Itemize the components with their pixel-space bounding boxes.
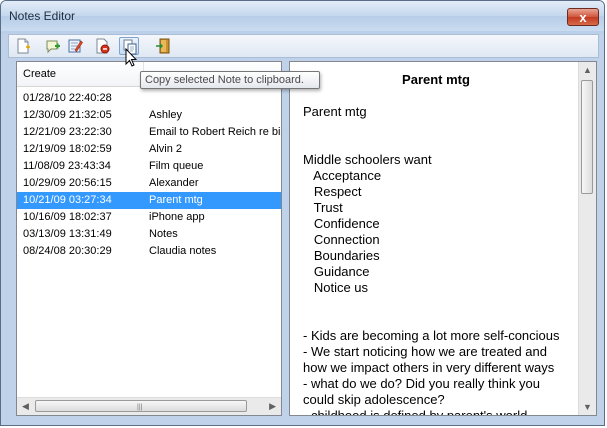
mouse-cursor-icon bbox=[125, 48, 137, 67]
row-title: Alexander bbox=[149, 177, 199, 189]
row-title: Claudia notes bbox=[149, 245, 217, 257]
note-line: Notice us bbox=[303, 280, 369, 295]
notes-editor-window: Notes Editor x Create 01/28/10 22:40:28 … bbox=[0, 0, 605, 426]
note-line: how we impact others in very different w… bbox=[303, 360, 555, 375]
title-bar[interactable]: Notes Editor x bbox=[1, 1, 604, 31]
note-body[interactable]: Parent mtg Middle schoolers want Acceptan… bbox=[303, 104, 578, 416]
note-line: could skip adolescence? bbox=[303, 392, 445, 407]
note-title: Parent mtg bbox=[402, 72, 470, 87]
delete-note-icon bbox=[96, 38, 110, 54]
note-line bbox=[303, 136, 578, 152]
horizontal-scroll-thumb[interactable]: ||| bbox=[35, 400, 247, 412]
vertical-scrollbar[interactable]: ▲ ▼ bbox=[578, 62, 596, 415]
vertical-scroll-thumb[interactable] bbox=[581, 80, 593, 194]
row-create-date: 03/13/09 13:31:49 bbox=[23, 228, 112, 240]
note-line: Confidence bbox=[303, 216, 380, 231]
close-button[interactable]: x bbox=[567, 8, 599, 26]
tooltip: Copy selected Note to clipboard. bbox=[140, 71, 320, 89]
row-create-date: 12/30/09 21:32:05 bbox=[23, 109, 112, 121]
table-row[interactable]: 10/16/09 18:02:37 iPhone app bbox=[17, 209, 281, 226]
note-detail[interactable]: Parent mtg Parent mtg Middle schoolers wa… bbox=[289, 61, 597, 416]
note-line bbox=[303, 312, 578, 328]
note-line: Respect bbox=[303, 184, 362, 199]
table-row[interactable]: 08/24/08 20:30:29 Claudia notes bbox=[17, 243, 281, 260]
row-title: Parent mtg bbox=[149, 194, 203, 206]
delete-note-button[interactable] bbox=[92, 37, 112, 55]
row-title: Film queue bbox=[149, 160, 204, 172]
table-row[interactable]: 12/19/09 18:02:59 Alvin 2 bbox=[17, 141, 281, 158]
row-title: Email to Robert Reich re biz bbox=[149, 126, 281, 138]
notes-list[interactable]: Create 01/28/10 22:40:28 12/30/09 21:32:0… bbox=[16, 61, 282, 416]
window-title: Notes Editor bbox=[9, 9, 76, 23]
row-create-date: 01/28/10 22:40:28 bbox=[23, 92, 112, 104]
note-line: - childhood is defined by parent's world bbox=[303, 408, 528, 416]
exit-icon bbox=[156, 38, 170, 54]
horizontal-scrollbar[interactable]: ◀ ||| ▶ bbox=[17, 397, 281, 415]
row-title: Alvin 2 bbox=[149, 143, 183, 155]
edit-note-button[interactable] bbox=[65, 37, 85, 55]
note-line: - what do we do? Did you really think yo… bbox=[303, 376, 541, 391]
table-row[interactable]: 12/21/09 23:22:30 Email to Robert Reich r… bbox=[17, 124, 281, 141]
exit-button[interactable] bbox=[153, 37, 173, 55]
table-row[interactable]: 10/21/09 03:27:34 Parent mtg bbox=[17, 192, 281, 209]
scroll-right-icon[interactable]: ▶ bbox=[269, 401, 276, 412]
row-create-date: 08/24/08 20:30:29 bbox=[23, 245, 112, 257]
note-line: - We start noticing how we are treated a… bbox=[303, 344, 547, 359]
row-create-date: 10/16/09 18:02:37 bbox=[23, 211, 112, 223]
list-rows: 01/28/10 22:40:28 12/30/09 21:32:05 Ashley… bbox=[17, 90, 281, 260]
table-row[interactable]: 10/29/09 20:56:15 Alexander bbox=[17, 175, 281, 192]
scroll-up-icon[interactable]: ▲ bbox=[583, 65, 592, 75]
row-title: Ashley bbox=[149, 109, 183, 121]
toolbar bbox=[8, 34, 599, 58]
table-row[interactable]: 01/28/10 22:40:28 bbox=[17, 90, 281, 107]
note-line: Trust bbox=[303, 200, 343, 215]
table-row[interactable]: 03/13/09 13:31:49 Notes bbox=[17, 226, 281, 243]
add-note-icon bbox=[46, 40, 60, 54]
note-line: Parent mtg bbox=[303, 104, 367, 119]
new-note-icon bbox=[17, 38, 30, 54]
column-header-create[interactable]: Create bbox=[23, 68, 56, 80]
table-row[interactable]: 12/30/09 21:32:05 Ashley bbox=[17, 107, 281, 124]
note-line bbox=[303, 120, 578, 136]
note-line: Boundaries bbox=[303, 248, 380, 263]
note-line: Acceptance bbox=[303, 168, 382, 183]
row-create-date: 11/08/09 23:43:34 bbox=[23, 160, 111, 172]
row-create-date: 12/21/09 23:22:30 bbox=[23, 126, 112, 138]
table-row[interactable]: 11/08/09 23:43:34 Film queue bbox=[17, 158, 281, 175]
row-create-date: 10/29/09 20:56:15 bbox=[23, 177, 112, 189]
note-line bbox=[303, 296, 578, 312]
scroll-left-icon[interactable]: ◀ bbox=[22, 401, 29, 412]
note-line: Guidance bbox=[303, 264, 370, 279]
scroll-down-icon[interactable]: ▼ bbox=[583, 402, 592, 412]
grip-icon: ||| bbox=[137, 404, 143, 411]
note-line: - Kids are becoming a lot more self-conc… bbox=[303, 328, 560, 343]
row-create-date: 10/21/09 03:27:34 bbox=[23, 194, 112, 206]
note-line: Connection bbox=[303, 232, 380, 247]
new-note-button[interactable] bbox=[13, 37, 33, 55]
note-line: Middle schoolers want bbox=[303, 152, 432, 167]
edit-note-icon bbox=[68, 39, 83, 53]
row-title: iPhone app bbox=[149, 211, 205, 223]
add-note-button[interactable] bbox=[43, 37, 63, 55]
row-create-date: 12/19/09 18:02:59 bbox=[23, 143, 112, 155]
row-title: Notes bbox=[149, 228, 178, 240]
